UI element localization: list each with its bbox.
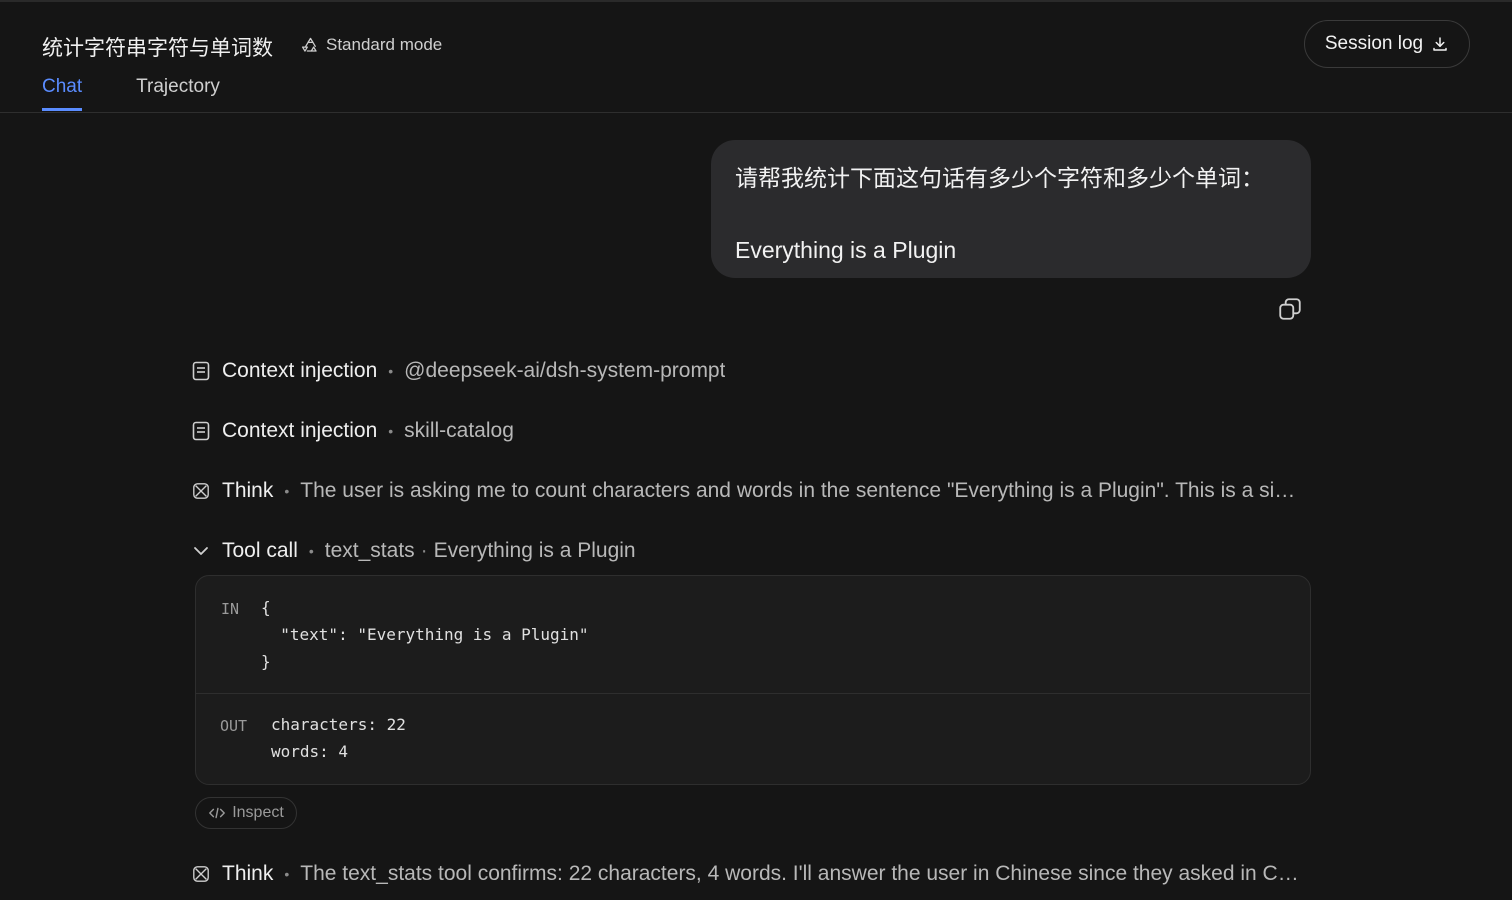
- row-detail: @deepseek-ai/dsh-system-prompt: [404, 359, 726, 382]
- inspect-label: Inspect: [232, 804, 284, 821]
- app-header: 统计字符串字符与单词数 Standard mode Session log Ch…: [0, 2, 1512, 113]
- atom-icon: [193, 483, 209, 499]
- atom-icon: [193, 866, 209, 882]
- copy-icon[interactable]: [1277, 296, 1303, 322]
- tool-output-code: characters: 22 words: 4: [271, 715, 406, 761]
- think-row-1[interactable]: Think • The user is asking me to count c…: [192, 479, 1308, 503]
- recycle-icon: [301, 37, 317, 52]
- row-label: Think: [222, 479, 274, 502]
- session-log-button[interactable]: Session log: [1304, 20, 1470, 68]
- tool-name: text_stats: [324, 539, 415, 562]
- tab-trajectory[interactable]: Trajectory: [136, 76, 220, 111]
- inspect-button[interactable]: Inspect: [195, 797, 297, 829]
- user-message-line-2: Everything is a Plugin: [735, 237, 957, 263]
- context-injection-row-2[interactable]: Context injection • skill-catalog: [192, 419, 1312, 443]
- separator-dot: •: [388, 363, 394, 379]
- context-injection-row-1[interactable]: Context injection • @deepseek-ai/dsh-sys…: [192, 359, 1312, 383]
- row-label: Tool call: [222, 539, 298, 562]
- in-label: IN: [221, 600, 240, 618]
- mode-label: Standard mode: [326, 35, 443, 54]
- document-icon: [192, 421, 210, 441]
- tool-arg: Everything is a Plugin: [433, 539, 636, 562]
- row-detail: skill-catalog: [404, 419, 514, 442]
- tool-separator: ·: [420, 539, 428, 562]
- tool-call-row[interactable]: Tool call • text_stats · Everything is a…: [192, 539, 1308, 563]
- out-label: OUT: [220, 717, 248, 735]
- tab-chat[interactable]: Chat: [42, 76, 83, 111]
- separator-dot: •: [284, 866, 290, 882]
- download-icon: [1433, 37, 1447, 51]
- io-divider: [196, 693, 1310, 694]
- row-detail: The text_stats tool confirms: 22 charact…: [300, 862, 1308, 885]
- think-row-2[interactable]: Think • The text_stats tool confirms: 22…: [192, 862, 1308, 886]
- code-icon: [209, 807, 226, 819]
- row-label: Context injection: [222, 359, 378, 382]
- session-log-label: Session log: [1324, 33, 1424, 54]
- row-detail: The user is asking me to count character…: [300, 479, 1308, 502]
- tool-input-code: { "text": "Everything is a Plugin" }: [261, 598, 589, 671]
- chevron-down-icon[interactable]: [192, 542, 210, 560]
- document-icon: [192, 361, 210, 381]
- row-label: Think: [222, 862, 274, 885]
- user-message-bubble: 请帮我统计下面这句话有多少个字符和多少个单词： Everything is a …: [711, 140, 1311, 278]
- user-message-line-1: 请帮我统计下面这句话有多少个字符和多少个单词：: [735, 165, 1264, 191]
- view-tabs: Chat Trajectory: [42, 76, 220, 111]
- mode-indicator: Standard mode: [301, 35, 442, 55]
- separator-dot: •: [284, 483, 290, 499]
- separator-dot: •: [308, 543, 314, 559]
- tool-call-io-panel: IN { "text": "Everything is a Plugin" } …: [195, 575, 1311, 785]
- separator-dot: •: [388, 423, 394, 439]
- row-label: Context injection: [222, 419, 378, 442]
- page-title: 统计字符串字符与单词数: [42, 37, 273, 60]
